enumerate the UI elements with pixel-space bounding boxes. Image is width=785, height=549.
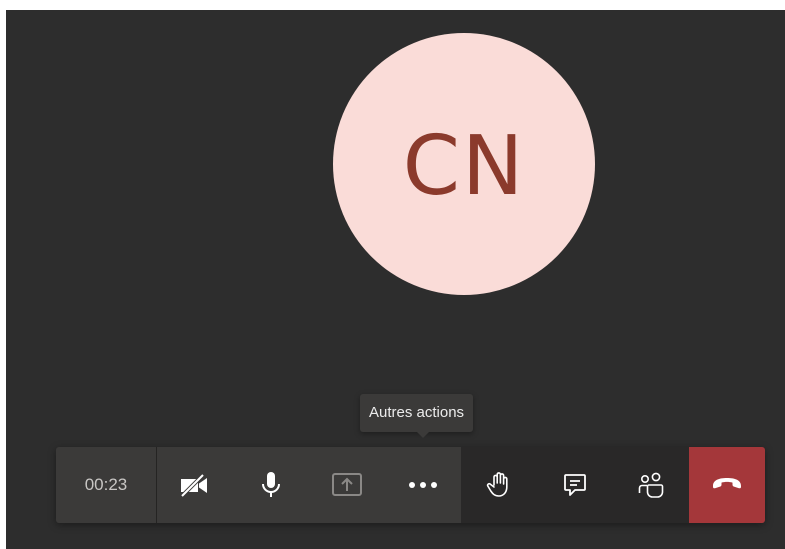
call-controls-secondary — [461, 447, 765, 523]
hang-up-button[interactable] — [689, 447, 765, 523]
camera-toggle-button[interactable] — [157, 447, 233, 523]
more-actions-button[interactable] — [385, 447, 461, 523]
call-stage: CN Autres actions 00:23 — [6, 10, 785, 549]
share-screen-button[interactable] — [309, 447, 385, 523]
call-control-bar: 00:23 — [56, 447, 765, 523]
camera-off-icon — [178, 472, 212, 498]
hang-up-icon — [711, 476, 743, 495]
microphone-button[interactable] — [233, 447, 309, 523]
call-controls-primary — [157, 447, 461, 523]
more-actions-icon — [408, 481, 438, 489]
participants-button[interactable] — [613, 447, 689, 523]
share-screen-icon — [331, 472, 363, 498]
call-timer: 00:23 — [56, 447, 157, 523]
more-actions-tooltip: Autres actions — [360, 394, 474, 432]
chat-button[interactable] — [537, 447, 613, 523]
raise-hand-icon — [486, 471, 512, 499]
chat-icon — [562, 472, 588, 498]
microphone-icon — [258, 470, 284, 500]
participants-icon — [637, 471, 665, 499]
tooltip-arrow — [416, 431, 430, 438]
raise-hand-button[interactable] — [461, 447, 537, 523]
avatar: CN — [333, 33, 595, 295]
